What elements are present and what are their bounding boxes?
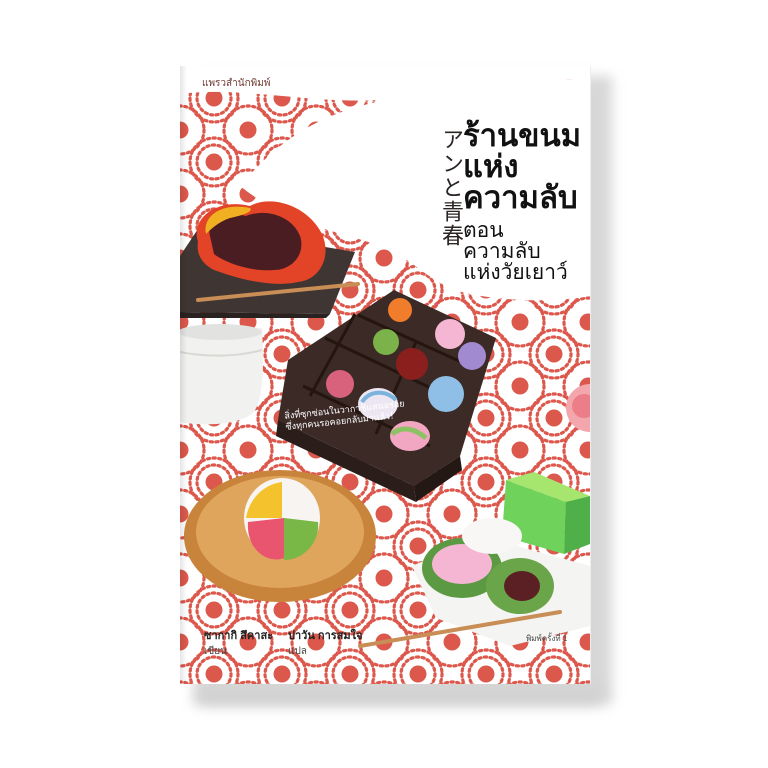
wooden-plate (184, 470, 376, 602)
subtitle-line-3: แห่งวัยเยาว์ (463, 261, 568, 284)
book-shadow-bottom (198, 690, 602, 704)
book-spine (180, 66, 187, 684)
title-line-2: แห่ง (463, 149, 519, 184)
wagashi-box (276, 290, 496, 502)
translator-credit: ปาวัน การสมใจ แปล (288, 626, 362, 659)
edition-label: พิมพ์ครั้งที่ 1 (526, 634, 568, 643)
japanese-title: アンと青春 (438, 128, 463, 248)
book-cover: แพรวสำนักพิมพ์ アンと青春 ร้านขนม แห่ง ความลั… (180, 66, 590, 684)
subtitle: ตอน ความลับ แห่งวัยเยาว์ (463, 220, 568, 283)
title-line-1: ร้านขนม (463, 118, 582, 153)
subtitle-line-1: ตอน (463, 219, 504, 242)
main-title: ร้านขนม แห่ง ความลับ (463, 120, 581, 213)
translator-name: ปาวัน การสมใจ (288, 630, 363, 642)
pink-wagashi (566, 384, 590, 432)
tea-cup (180, 324, 264, 425)
author-role: เขียน (204, 646, 227, 657)
title-line-3: ความลับ (463, 180, 578, 215)
publisher-name: แพรวสำนักพิมพ์ (202, 78, 271, 89)
translator-role: แปล (288, 646, 307, 657)
subtitle-line-2: ความลับ (463, 240, 541, 263)
author-credit: ซากากิ สึคาสะ เขียน (204, 626, 273, 659)
author-name: ซากากิ สึคาสะ (204, 630, 274, 642)
